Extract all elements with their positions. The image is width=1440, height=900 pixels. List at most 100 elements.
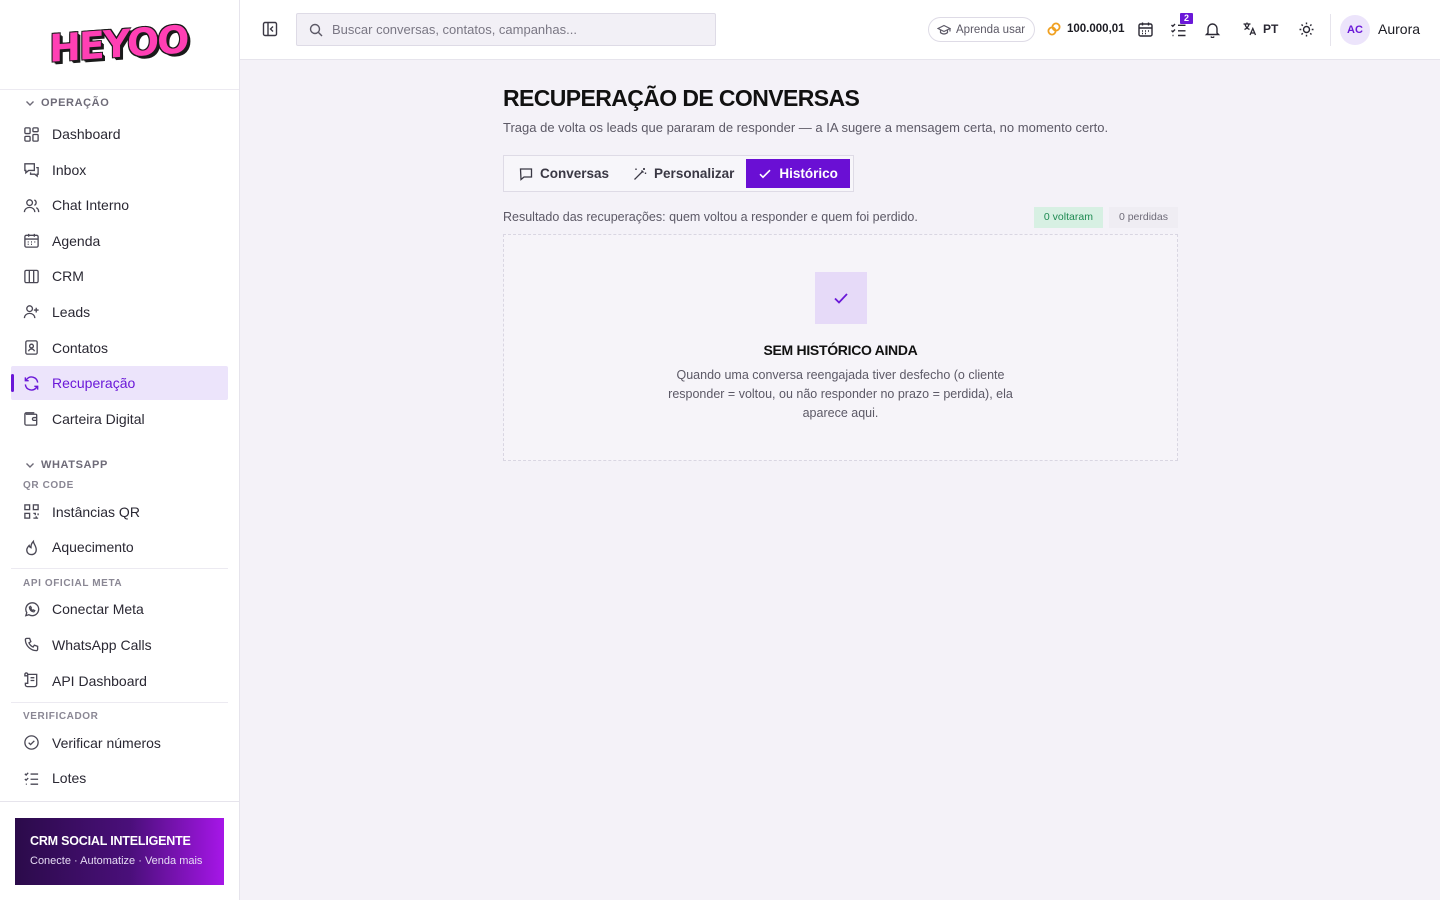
kanban-columns-icon [24,269,39,284]
tasks-badge: 2 [1180,13,1194,24]
username[interactable]: Aurora [1378,21,1420,37]
sidebar-item-label: CRM [52,268,84,285]
section-operacao[interactable]: OPERAÇÃO [11,90,228,116]
language-label: PT [1263,21,1279,36]
avatar[interactable]: AC [1340,15,1370,45]
section-label: OPERAÇÃO [41,97,110,109]
status-badge-perdidas: 0 perdidas [1108,206,1178,228]
sidebar-item-lotes[interactable]: Lotes [11,761,228,795]
coins-value: 100.000,01 [1067,23,1125,35]
promo-subtitle: Conecte · Automatize · Venda mais [30,855,203,867]
check-icon [759,169,771,178]
sidebar-item-label: Leads [52,303,91,320]
contact-book-icon [25,340,38,355]
sidebar-item-instancias-qr[interactable]: Instâncias QR [11,495,228,529]
divider [11,701,228,703]
empty-state-check-icon [814,272,867,324]
language-selector[interactable]: PT [1242,21,1278,36]
sidebar-item-label: Recuperação [52,375,136,392]
user-plus-icon [23,305,39,319]
results-description: Resultado das recuperações: quem voltou … [503,210,918,224]
sidebar-item-leads[interactable]: Leads [11,295,228,329]
main-content: RECUPERAÇÃO DE CONVERSAS Traga de volta … [503,60,1178,461]
sidebar-item-label: Dashboard [52,126,121,142]
tab-label: Personalizar [654,166,735,181]
qr-code-icon [24,504,39,520]
coin-link-icon [1047,22,1061,36]
tab-label: Conversas [540,166,610,181]
sidebar-item-label: Agenda [52,232,101,249]
sidebar-item-whatsapp-calls[interactable]: WhatsApp Calls [11,628,228,662]
bell-icon[interactable] [1204,21,1221,38]
tab-conversas[interactable]: Conversas [507,159,621,188]
sidebar-item-contatos[interactable]: Contatos [11,331,228,365]
scroll-document-icon [24,672,38,688]
empty-state-description: Quando uma conversa reengajada tiver des… [668,368,1013,420]
sidebar-collapse-icon[interactable] [262,21,278,37]
sidebar-item-label: Verificar números [52,734,161,751]
brand-logo[interactable]: HEYOO [49,17,187,71]
magic-wand-icon [634,167,647,180]
sidebar-item-label: Instâncias QR [52,503,140,520]
logo-area: HEYOO [0,0,239,90]
sidebar-item-carteira-digital[interactable]: Carteira Digital [11,402,228,436]
sidebar-item-conectar-meta[interactable]: Conectar Meta [11,592,228,626]
flame-icon [26,539,37,556]
list-check-icon [24,772,39,785]
sidebar-item-crm[interactable]: CRM [11,259,228,293]
results-summary: Resultado das recuperações: quem voltou … [503,206,1178,228]
subsection-qr-code: QR CODE [23,480,74,492]
graduation-cap-icon [937,24,951,35]
sidebar-item-inbox[interactable]: Inbox [11,153,228,187]
section-whatsapp[interactable]: WHATSAPP [11,452,228,478]
page-subtitle: Traga de volta os leads que pararam de r… [503,120,1109,135]
sidebar-item-aquecimento[interactable]: Aquecimento [11,530,228,564]
users-icon [23,198,40,212]
subsection-api-oficial-meta: API OFICIAL META [23,577,123,589]
sidebar-item-label: Contatos [52,339,109,356]
sidebar-item-verificar-numeros[interactable]: Verificar números [11,726,228,760]
sidebar-item-recuperacao[interactable]: Recuperação [11,366,228,401]
sidebar-item-dashboard[interactable]: Dashboard [11,117,228,151]
search-input[interactable] [332,22,692,37]
dashboard-icon [24,126,39,142]
subsection-verificador: VERIFICADOR [23,711,99,723]
empty-state-title: SEM HISTÓRICO AINDA [763,342,918,358]
search-icon [309,23,323,36]
tab-bar: Conversas Personalizar Histórico [503,155,854,192]
divider [1330,14,1331,46]
sidebar-item-agenda[interactable]: Agenda [11,224,228,258]
search-bar[interactable] [296,13,716,46]
divider [0,801,239,802]
page-title: RECUPERAÇÃO DE CONVERSAS [503,85,860,111]
coins-balance[interactable]: 100.000,01 [1046,21,1125,37]
promo-banner[interactable]: CRM SOCIAL INTELIGENTE Conecte · Automat… [15,818,224,885]
sidebar-item-chat-interno[interactable]: Chat Interno [11,188,228,222]
refresh-icon [24,375,39,391]
sidebar-item-api-dashboard[interactable]: API Dashboard [11,664,228,698]
translate-icon [1243,22,1257,36]
check-circle-icon [24,735,39,750]
learn-label: Aprenda usar [956,23,1026,36]
sidebar-nav: OPERAÇÃO Dashboard Inbox Chat Interno Ag… [0,90,239,802]
sidebar-item-label: Aquecimento [52,539,134,556]
sidebar-item-label: Inbox [52,161,87,178]
sun-icon[interactable] [1298,21,1315,38]
check-icon [833,293,848,304]
calendar-icon[interactable] [1137,21,1154,38]
tab-label: Histórico [779,166,838,181]
status-badge-voltaram: 0 voltaram [1033,206,1103,228]
sidebar-item-label: API Dashboard [52,672,147,689]
sidebar-item-label: Conectar Meta [52,601,144,618]
sidebar-item-label: Carteira Digital [52,410,145,427]
chat-bubble-icon [519,167,533,181]
tab-personalizar[interactable]: Personalizar [621,159,746,188]
chevron-down-icon [26,462,34,468]
results-chips: 0 voltaram 0 perdidas [1033,206,1178,228]
messages-icon [24,163,39,178]
learn-button[interactable]: Aprenda usar [928,17,1036,42]
chevron-down-icon [26,101,34,106]
section-label: WHATSAPP [41,458,108,471]
sidebar-item-label: Lotes [52,770,87,787]
tab-historico[interactable]: Histórico [746,159,850,188]
